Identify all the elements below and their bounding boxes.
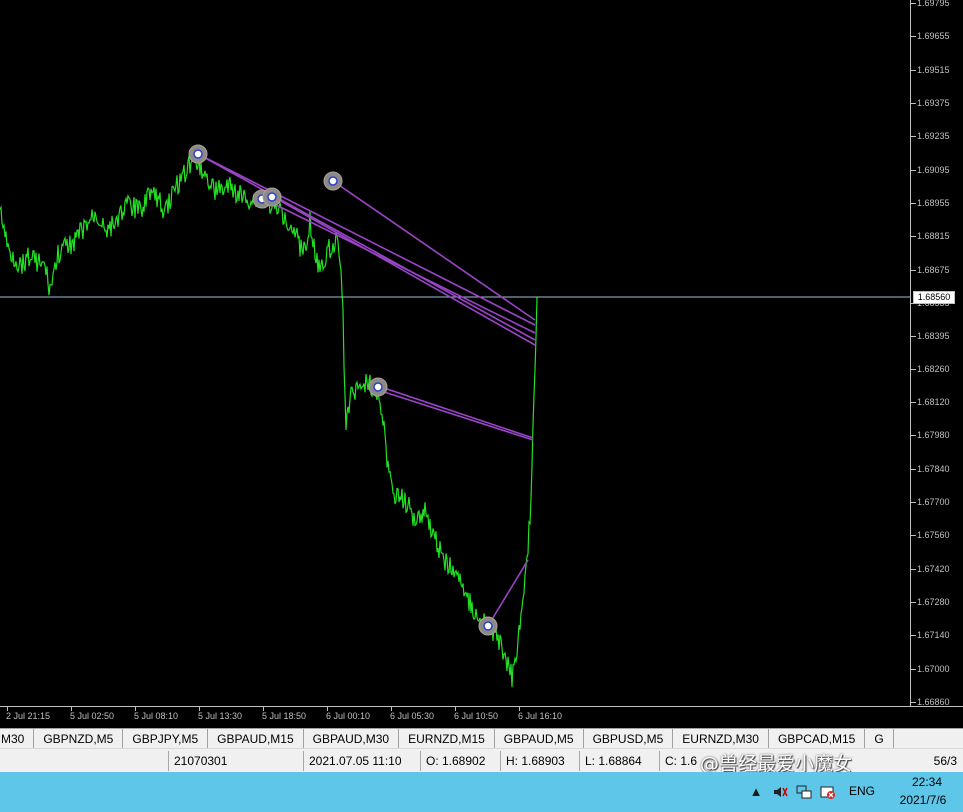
tab-eurnzd-m15[interactable]: EURNZD,M15	[399, 729, 495, 748]
price-series-line	[0, 148, 538, 688]
price-tick-label: 1.67980	[917, 430, 950, 441]
time-tick-label: 6 Jul 00:10	[326, 711, 371, 721]
trade-marker-icon[interactable]	[188, 144, 208, 164]
price-tick	[911, 702, 916, 703]
status-datetime: 2021.07.05 11:10	[303, 750, 420, 771]
trade-line[interactable]	[261, 197, 536, 334]
price-tick	[911, 601, 916, 603]
time-tick-label: 6 Jul 16:10	[518, 711, 563, 721]
current-price-label: 1.68560	[913, 291, 955, 304]
price-tick-label: 1.67700	[917, 496, 950, 507]
price-tick	[911, 36, 916, 38]
price-tick-label: 1.69375	[917, 98, 950, 109]
tab-m30[interactable]: M30	[0, 729, 35, 748]
trade-line[interactable]	[271, 195, 536, 346]
price-chart[interactable]: 1.69795 1.69655 1.69515 1.69375 1.69235 1.690…	[0, 0, 963, 724]
price-tick-label: 1.69795	[917, 0, 950, 8]
price-tick-label: 1.67840	[917, 463, 950, 474]
price-tick	[911, 3, 916, 4]
time-tick-label: 6 Jul 10:50	[454, 711, 499, 721]
status-code: 21070301	[168, 750, 303, 771]
tab-gbpusd-m5[interactable]: GBPUSD,M5	[584, 729, 674, 748]
price-tick-label: 1.67560	[917, 530, 950, 541]
price-tick	[911, 136, 916, 138]
price-tick-label: 1.69235	[917, 131, 950, 142]
language-indicator[interactable]: ENG	[849, 784, 875, 798]
trade-line[interactable]	[377, 389, 534, 441]
time-tick-label: 2 Jul 21:15	[6, 711, 51, 721]
clock-time[interactable]: 22:34	[898, 775, 956, 789]
network-icon[interactable]	[796, 784, 812, 800]
clock-date[interactable]: 2021/7/6	[890, 793, 956, 807]
status-close: C: 1.6	[659, 750, 703, 771]
price-tick	[911, 535, 916, 537]
close-red-icon[interactable]	[820, 784, 836, 800]
trade-lines-group	[197, 153, 536, 627]
tab-eurnzd-m30[interactable]: EURNZD,M30	[673, 729, 769, 748]
chevron-up-icon[interactable]: ▲	[748, 784, 764, 800]
tab-gbpaud-m30[interactable]: GBPAUD,M30	[304, 729, 400, 748]
time-axis: 2 Jul 21:15 5 Jul 02:50 5 Jul 08:10 5 Jul 1…	[0, 706, 963, 724]
trade-marker-icon[interactable]	[368, 377, 388, 397]
tab-gbpaud-m15[interactable]: GBPAUD,M15	[208, 729, 304, 748]
time-tick-label: 5 Jul 18:50	[262, 711, 307, 721]
price-tick	[911, 668, 916, 670]
price-tick-label: 1.68260	[917, 363, 950, 374]
price-tick	[911, 69, 916, 71]
price-tick	[911, 568, 916, 570]
trade-line[interactable]	[332, 180, 536, 321]
time-tick-label: 5 Jul 08:10	[134, 711, 179, 721]
price-tick	[911, 501, 916, 503]
price-tick-label: 1.68955	[917, 198, 950, 209]
trade-marker-icon[interactable]	[478, 616, 498, 636]
trade-line[interactable]	[197, 153, 536, 341]
trade-line[interactable]	[197, 153, 536, 326]
trade-marker-icon[interactable]	[262, 187, 282, 207]
chart-tab-bar: M30 GBPNZD,M5 GBPJPY,M5 GBPAUD,M15 GBPAU…	[0, 728, 963, 748]
price-tick-label: 1.69095	[917, 164, 950, 175]
status-high: H: 1.68903	[500, 750, 579, 771]
price-tick	[911, 468, 916, 470]
price-tick	[911, 203, 916, 205]
price-axis: 1.69795 1.69655 1.69515 1.69375 1.69235 1.690…	[910, 0, 963, 707]
price-tick	[911, 169, 916, 171]
tab-gbpaud-m5[interactable]: GBPAUD,M5	[495, 729, 584, 748]
tab-overflow[interactable]: G	[865, 729, 894, 748]
trade-line[interactable]	[487, 559, 529, 627]
time-tick-label: 5 Jul 02:50	[70, 711, 115, 721]
price-tick	[911, 103, 916, 105]
trade-line[interactable]	[377, 385, 534, 439]
status-spacer	[0, 751, 168, 771]
price-tick-label: 1.69515	[917, 64, 950, 75]
price-tick	[911, 269, 916, 271]
time-tick-label: 6 Jul 05:30	[390, 711, 435, 721]
price-tick-label: 1.67140	[917, 630, 950, 641]
windows-taskbar: ▲ ENG 22:34 2021/7/6	[0, 772, 963, 812]
trade-marker-icon[interactable]	[323, 171, 343, 191]
price-tick-label: 1.68675	[917, 264, 950, 275]
time-tick-label: 5 Jul 13:30	[198, 711, 243, 721]
price-tick-label: 1.67280	[917, 596, 950, 607]
price-tick-label: 1.67000	[917, 663, 950, 674]
price-tick-label: 1.68395	[917, 331, 950, 342]
price-tick	[911, 635, 916, 637]
tab-gbpjpy-m5[interactable]: GBPJPY,M5	[123, 729, 209, 748]
price-tick-label: 1.68120	[917, 396, 950, 407]
price-tick	[911, 401, 916, 403]
price-tick-label: 1.67420	[917, 563, 950, 574]
tab-gbpnzd-m5[interactable]: GBPNZD,M5	[34, 729, 124, 748]
price-tick	[911, 236, 916, 238]
tab-gbpcad-m15[interactable]: GBPCAD,M15	[769, 729, 866, 748]
chart-canvas[interactable]	[0, 0, 963, 724]
price-tick	[911, 368, 916, 370]
price-tick-label: 1.69655	[917, 31, 950, 42]
status-low: L: 1.68864	[579, 750, 659, 771]
price-tick-label: 1.68815	[917, 231, 950, 242]
price-tick	[911, 336, 916, 338]
status-open: O: 1.68902	[420, 750, 500, 771]
speaker-icon[interactable]	[772, 784, 788, 800]
price-tick	[911, 435, 916, 437]
